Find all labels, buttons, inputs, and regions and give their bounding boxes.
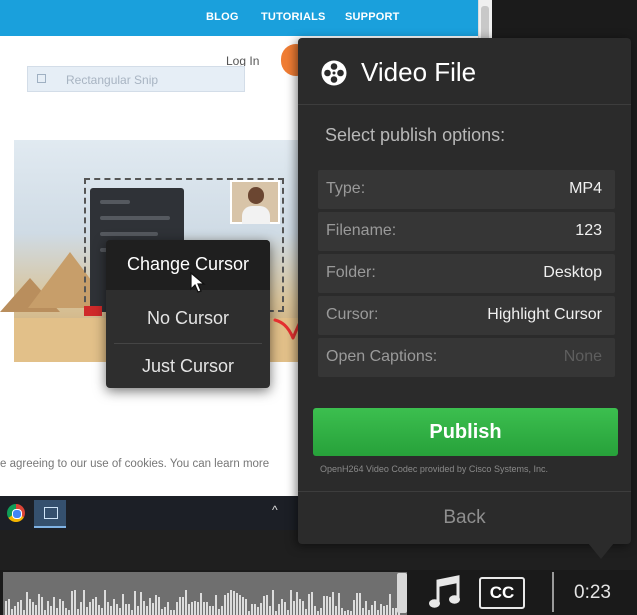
menu-item-just-cursor[interactable]: Just Cursor bbox=[106, 356, 270, 377]
snip-icon bbox=[37, 74, 46, 83]
audio-waveform-track[interactable] bbox=[3, 572, 407, 615]
playhead-handle[interactable] bbox=[397, 573, 407, 613]
select-options-label: Select publish options: bbox=[325, 125, 506, 145]
site-nav-bar: BLOG TUTORIALS SUPPORT bbox=[0, 0, 492, 36]
time-display: 0:23 bbox=[574, 582, 611, 603]
option-cursor-value: Highlight Cursor bbox=[487, 306, 602, 323]
option-open-captions[interactable]: Open Captions: None bbox=[318, 338, 615, 377]
option-folder-label: Folder: bbox=[326, 264, 376, 281]
option-type[interactable]: Type: MP4 bbox=[318, 170, 615, 209]
menu-item-no-cursor[interactable]: No Cursor bbox=[106, 308, 270, 329]
option-type-value: MP4 bbox=[569, 180, 602, 197]
chrome-icon[interactable] bbox=[7, 504, 25, 522]
page-scrollbar-thumb[interactable] bbox=[481, 6, 489, 42]
panel-title: Video File bbox=[361, 57, 477, 87]
option-folder[interactable]: Folder: Desktop bbox=[318, 254, 615, 293]
option-type-label: Type: bbox=[326, 180, 366, 197]
mouse-pointer-icon bbox=[190, 272, 206, 293]
option-open-captions-label: Open Captions: bbox=[326, 348, 438, 365]
menu-item-change-cursor[interactable]: Change Cursor bbox=[106, 254, 270, 275]
snip-tool-field[interactable]: Rectangular Snip bbox=[27, 66, 245, 92]
time-divider bbox=[552, 572, 554, 612]
record-indicator bbox=[84, 306, 102, 316]
option-filename-label: Filename: bbox=[326, 222, 397, 239]
taskbar-app-icon[interactable] bbox=[34, 500, 66, 528]
option-filename-value: 123 bbox=[575, 222, 602, 239]
option-open-captions-value: None bbox=[563, 348, 602, 365]
nav-link-support[interactable]: SUPPORT bbox=[345, 11, 400, 23]
film-reel-icon bbox=[321, 60, 347, 86]
menu-divider bbox=[114, 343, 262, 344]
webcam-preview bbox=[230, 180, 280, 224]
option-filename[interactable]: Filename: 123 bbox=[318, 212, 615, 251]
option-cursor-label: Cursor: bbox=[326, 306, 379, 323]
nav-link-blog[interactable]: BLOG bbox=[206, 11, 239, 23]
audio-waveform bbox=[5, 590, 400, 615]
tray-chevron-up-icon[interactable]: ^ bbox=[272, 503, 278, 517]
cursor-menu: Change Cursor No Cursor Just Cursor bbox=[106, 240, 270, 388]
codec-credit-note: OpenH264 Video Codec provided by Cisco S… bbox=[320, 464, 548, 474]
snip-field-label: Rectangular Snip bbox=[66, 73, 159, 87]
option-folder-value: Desktop bbox=[543, 264, 602, 281]
screen: BLOG TUTORIALS SUPPORT Log In Rectangula… bbox=[0, 0, 637, 615]
panel-pointer bbox=[588, 543, 614, 559]
back-button[interactable]: Back bbox=[298, 492, 631, 544]
nav-link-tutorials[interactable]: TUTORIALS bbox=[261, 11, 326, 23]
panel-divider bbox=[298, 104, 631, 105]
closed-captions-button[interactable]: CC bbox=[479, 577, 525, 609]
option-cursor[interactable]: Cursor: Highlight Cursor bbox=[318, 296, 615, 335]
publish-button[interactable]: Publish bbox=[313, 408, 618, 456]
music-note-icon[interactable] bbox=[428, 573, 464, 611]
